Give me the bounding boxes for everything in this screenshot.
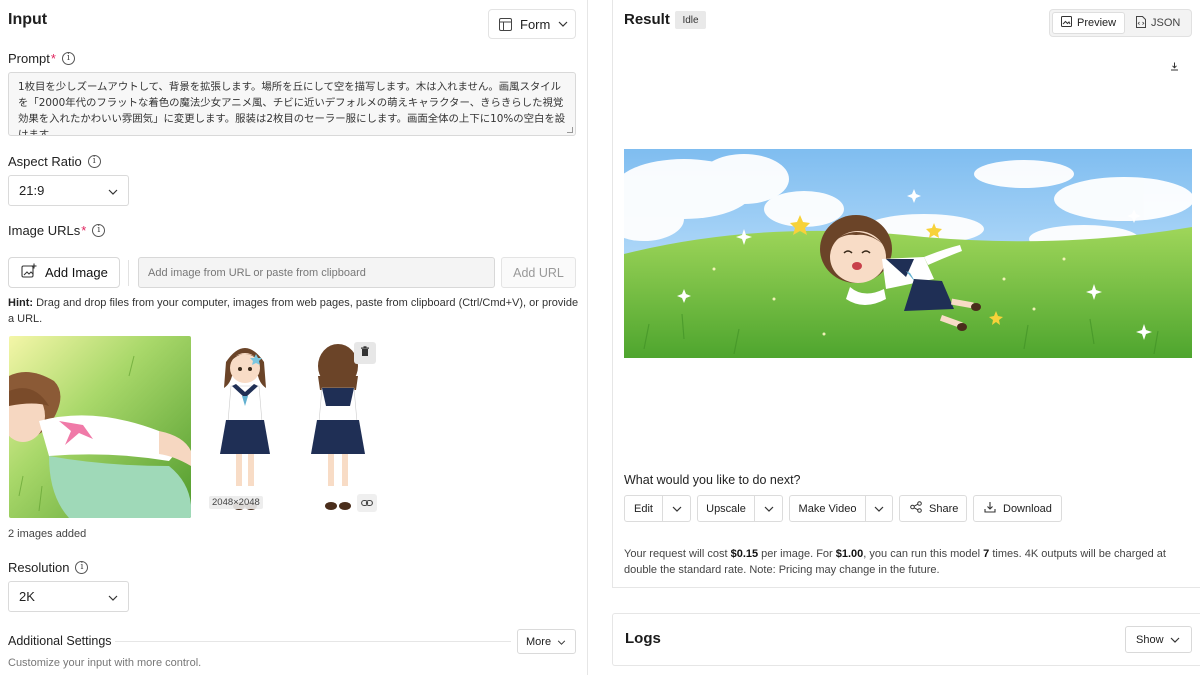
file-code-icon xyxy=(1136,15,1146,31)
copy-link-button[interactable] xyxy=(357,494,377,512)
preview-label: Preview xyxy=(1077,17,1117,29)
uploaded-image-1[interactable] xyxy=(9,336,191,518)
show-logs-button[interactable]: Show xyxy=(1125,626,1192,653)
image-urls-label: Image URLs xyxy=(8,223,81,238)
make-video-button[interactable]: Make Video xyxy=(789,495,866,522)
resolution-select[interactable]: 2K xyxy=(8,581,129,612)
image-urls-label-row: Image URLs * i xyxy=(8,223,106,238)
hint-text: Hint: Drag and drop files from your comp… xyxy=(8,296,583,327)
link-icon xyxy=(361,496,373,510)
pricing-text-2: per image. For xyxy=(758,548,836,560)
info-icon[interactable]: i xyxy=(75,561,89,574)
resolution-label: Resolution xyxy=(8,560,70,575)
download-image-button[interactable] xyxy=(1163,57,1185,77)
upscale-options-button[interactable] xyxy=(755,495,783,522)
required-marker: * xyxy=(81,223,87,238)
info-icon[interactable]: i xyxy=(92,224,106,237)
additional-settings-title: Additional Settings xyxy=(8,634,112,648)
grass-girl-illustration xyxy=(9,336,191,518)
hint-body: Drag and drop files from your computer, … xyxy=(8,297,579,325)
share-button[interactable]: Share xyxy=(899,495,967,522)
chevron-down-icon xyxy=(1170,634,1180,646)
divider xyxy=(128,260,129,286)
add-image-label: Add Image xyxy=(45,265,108,280)
pricing-text-1: Your request will cost xyxy=(624,548,731,560)
chevron-down-icon xyxy=(108,183,118,198)
info-icon[interactable]: i xyxy=(87,155,101,168)
make-video-label: Make Video xyxy=(798,502,857,515)
form-mode-button[interactable]: Form xyxy=(488,9,576,39)
add-url-button[interactable]: Add URL xyxy=(501,257,576,288)
aspect-ratio-label: Aspect Ratio xyxy=(8,154,82,169)
result-title: Result xyxy=(624,11,670,28)
chevron-down-icon xyxy=(672,503,682,515)
pricing-text-3: , you can run this model xyxy=(863,548,984,560)
images-added-count: 2 images added xyxy=(8,528,87,540)
form-mode-label: Form xyxy=(520,16,551,32)
status-badge: Idle xyxy=(675,11,706,29)
next-step-prompt: What would you like to do next? xyxy=(624,473,801,487)
edit-button[interactable]: Edit xyxy=(624,495,663,522)
prompt-label: Prompt xyxy=(8,51,50,66)
make-video-options-button[interactable] xyxy=(866,495,893,522)
edit-label: Edit xyxy=(634,502,653,515)
edit-options-button[interactable] xyxy=(663,495,691,522)
download-icon xyxy=(1170,60,1179,74)
generated-illustration xyxy=(624,149,1192,358)
form-icon xyxy=(499,17,512,31)
show-label: Show xyxy=(1136,633,1164,646)
resolution-label-row: Resolution i xyxy=(8,560,89,575)
pricing-cost: $0.15 xyxy=(730,548,759,560)
download-button[interactable]: Download xyxy=(973,495,1062,522)
required-marker: * xyxy=(50,51,56,66)
resolution-value: 2K xyxy=(19,589,35,604)
chevron-down-icon xyxy=(764,503,774,515)
image-icon xyxy=(1061,16,1072,30)
chevron-down-icon xyxy=(558,21,568,27)
add-image-icon xyxy=(21,263,37,282)
share-icon xyxy=(910,501,922,516)
result-image[interactable] xyxy=(624,149,1192,358)
divider xyxy=(115,641,511,642)
image-url-input[interactable] xyxy=(138,257,495,288)
share-label: Share xyxy=(929,502,959,515)
aspect-ratio-select[interactable]: 21:9 xyxy=(8,175,129,206)
preview-tab[interactable]: Preview xyxy=(1052,12,1125,34)
logs-panel xyxy=(612,613,1200,666)
additional-settings-subtitle: Customize your input with more control. xyxy=(8,657,202,669)
input-title: Input xyxy=(8,11,48,28)
prompt-text: 1枚目を少しズームアウトして、背景を拡張します。場所を丘にして空を描写します。木… xyxy=(18,81,566,136)
download-label: Download xyxy=(1003,502,1052,515)
hint-label: Hint: xyxy=(8,297,34,309)
chevron-down-icon xyxy=(874,503,884,515)
pricing-budget: $1.00 xyxy=(835,548,864,560)
aspect-ratio-label-row: Aspect Ratio i xyxy=(8,154,101,169)
prompt-textarea[interactable]: 1枚目を少しズームアウトして、背景を拡張します。場所を丘にして空を描写します。木… xyxy=(8,72,576,136)
add-image-button[interactable]: Add Image xyxy=(8,257,120,288)
more-label: More xyxy=(526,635,552,648)
trash-icon xyxy=(360,346,370,360)
json-tab[interactable]: JSON xyxy=(1130,12,1188,34)
delete-image-button[interactable] xyxy=(354,342,376,364)
info-icon[interactable]: i xyxy=(61,52,75,65)
download-icon xyxy=(984,501,996,516)
pricing-note: Your request will cost $0.15 per image. … xyxy=(624,546,1190,578)
aspect-ratio-value: 21:9 xyxy=(19,183,45,198)
logs-title: Logs xyxy=(625,630,661,647)
image-size-badge: 2048×2048 xyxy=(209,496,263,509)
prompt-label-row: Prompt * i xyxy=(8,51,75,66)
upscale-button[interactable]: Upscale xyxy=(697,495,755,522)
chevron-down-icon xyxy=(108,589,118,604)
json-label: JSON xyxy=(1151,17,1181,29)
resize-handle[interactable] xyxy=(567,127,573,133)
more-button[interactable]: More xyxy=(517,629,576,654)
chevron-down-icon xyxy=(557,636,566,648)
upscale-label: Upscale xyxy=(706,502,746,515)
